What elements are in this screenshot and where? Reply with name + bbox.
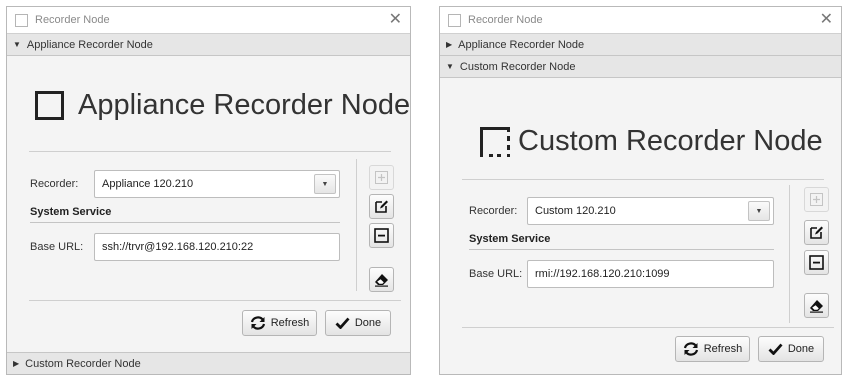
base-url-label: Base URL: xyxy=(469,268,523,280)
dashed-square-icon xyxy=(480,126,510,157)
remove-icon xyxy=(374,228,389,243)
custom-panel: Custom Recorder Node Recorder: Custom 12… xyxy=(440,81,841,374)
chevron-down-icon[interactable]: ▼ xyxy=(748,201,770,221)
divider xyxy=(462,179,824,180)
accordion-label: Custom Recorder Node xyxy=(459,60,576,73)
collapsed-arrow-icon: ▶ xyxy=(13,359,20,368)
recorder-label: Recorder: xyxy=(30,178,79,190)
edit-icon xyxy=(375,200,388,213)
checkbox-icon xyxy=(448,13,461,27)
title-bar: Recorder Node ✕ xyxy=(440,7,841,34)
clear-button[interactable] xyxy=(804,293,829,318)
refresh-icon xyxy=(250,316,265,330)
refresh-label: Refresh xyxy=(270,317,310,329)
recorder-select-value: Custom 120.210 xyxy=(535,205,616,217)
base-url-field[interactable]: rmi://192.168.120.210:1099 xyxy=(527,260,774,288)
recorder-select[interactable]: Custom 120.210 ▼ xyxy=(527,197,774,225)
title-bar: Recorder Node ✕ xyxy=(7,7,410,34)
done-label: Done xyxy=(354,317,382,329)
edit-button[interactable] xyxy=(369,194,394,219)
divider xyxy=(29,151,391,152)
heading-text: Custom Recorder Node xyxy=(518,125,823,157)
custom-recorder-dialog: Recorder Node ✕ ▶ Appliance Recorder Nod… xyxy=(439,6,842,375)
recorder-label: Recorder: xyxy=(469,205,518,217)
remove-icon xyxy=(809,255,824,270)
close-icon[interactable]: ✕ xyxy=(820,10,833,30)
edit-button[interactable] xyxy=(804,220,829,245)
chevron-down-icon[interactable]: ▼ xyxy=(314,174,336,194)
eraser-icon xyxy=(375,274,388,287)
accordion-custom-header[interactable]: ▶ Custom Recorder Node xyxy=(7,352,410,374)
accordion-appliance-header[interactable]: ▼ Appliance Recorder Node xyxy=(7,34,410,56)
refresh-icon xyxy=(683,342,698,356)
add-button[interactable] xyxy=(369,165,394,190)
done-label: Done xyxy=(787,343,815,355)
accordion-label: Custom Recorder Node xyxy=(25,357,141,370)
section-divider xyxy=(30,222,340,223)
refresh-button[interactable]: Refresh xyxy=(242,310,317,336)
accordion-appliance-header[interactable]: ▶ Appliance Recorder Node xyxy=(440,34,841,56)
section-divider xyxy=(469,249,774,250)
recorder-select-value: Appliance 120.210 xyxy=(102,178,194,190)
vertical-divider xyxy=(356,159,357,291)
edit-icon xyxy=(810,226,823,239)
remove-button[interactable] xyxy=(804,250,829,275)
window-title: Recorder Node xyxy=(35,14,110,26)
section-title: System Service xyxy=(30,206,112,218)
appliance-recorder-dialog: Recorder Node ✕ ▼ Appliance Recorder Nod… xyxy=(6,6,411,375)
page-title: Appliance Recorder Node xyxy=(35,89,410,122)
square-icon xyxy=(35,91,64,120)
recorder-select[interactable]: Appliance 120.210 ▼ xyxy=(94,170,340,198)
refresh-button[interactable]: Refresh xyxy=(675,336,750,362)
window-title: Recorder Node xyxy=(468,14,543,26)
page-title: Custom Recorder Node xyxy=(480,125,823,158)
remove-button[interactable] xyxy=(369,223,394,248)
collapsed-arrow-icon: ▶ xyxy=(446,40,453,49)
close-icon[interactable]: ✕ xyxy=(389,10,402,30)
add-icon xyxy=(810,193,823,206)
checkmark-icon xyxy=(335,317,350,329)
vertical-divider xyxy=(789,185,790,323)
expanded-arrow-icon: ▼ xyxy=(446,62,454,71)
divider xyxy=(29,300,401,301)
done-button[interactable]: Done xyxy=(325,310,391,336)
eraser-icon xyxy=(810,300,823,313)
section-title: System Service xyxy=(469,233,551,245)
accordion-custom-header[interactable]: ▼ Custom Recorder Node xyxy=(440,56,841,78)
checkmark-icon xyxy=(768,343,783,355)
done-button[interactable]: Done xyxy=(758,336,824,362)
divider xyxy=(462,327,834,328)
add-icon xyxy=(375,171,388,184)
heading-text: Appliance Recorder Node xyxy=(78,89,411,121)
refresh-label: Refresh xyxy=(703,343,743,355)
base-url-field[interactable]: ssh://trvr@192.168.120.210:22 xyxy=(94,233,340,261)
appliance-panel: Appliance Recorder Node Recorder: Applia… xyxy=(7,59,410,355)
accordion-label: Appliance Recorder Node xyxy=(26,38,153,51)
expanded-arrow-icon: ▼ xyxy=(13,40,21,49)
clear-button[interactable] xyxy=(369,267,394,292)
add-button[interactable] xyxy=(804,187,829,212)
checkbox-icon xyxy=(15,13,28,27)
base-url-label: Base URL: xyxy=(30,241,84,253)
accordion-label: Appliance Recorder Node xyxy=(458,38,585,51)
